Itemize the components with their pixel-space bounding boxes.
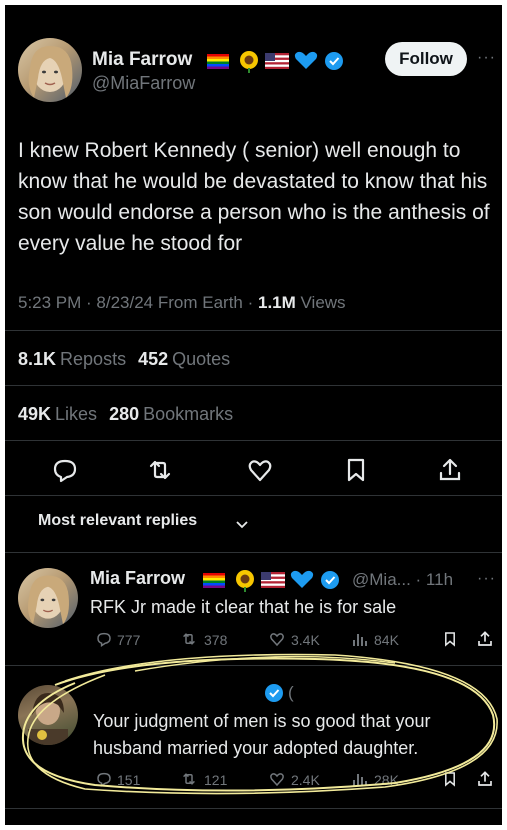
likes-count: 49K <box>18 404 52 424</box>
author-handle[interactable]: @MiaFarrow <box>92 73 195 94</box>
reply-views-icon[interactable] <box>351 630 369 653</box>
bookmarks-count: 280 <box>109 404 140 424</box>
reply2-views-count: 28K <box>374 772 399 788</box>
tweet-screen: Mia Farrow @MiaFarrow Follow ··· I knew … <box>5 5 502 825</box>
chevron-down-icon[interactable] <box>235 517 249 535</box>
reply-more-options-icon[interactable]: ··· <box>477 570 496 588</box>
reply-repost-count: 378 <box>204 632 228 648</box>
reply-like-icon[interactable] <box>267 630 287 653</box>
us-flag-icon <box>261 572 285 588</box>
rainbow-flag-icon <box>207 54 229 69</box>
sunflower-icon <box>240 51 258 74</box>
reply-icon[interactable] <box>50 455 80 485</box>
divider <box>5 330 502 331</box>
share-icon[interactable] <box>435 455 465 485</box>
reply-like-count: 3.4K <box>291 632 320 648</box>
reply2-like-icon[interactable] <box>267 770 287 793</box>
reposts-count: 8.1K <box>18 349 57 369</box>
quotes-count: 452 <box>138 349 169 369</box>
likes-bookmarks-row: 49K Likes 280 Bookmarks <box>18 404 233 425</box>
reply-comment-count: 777 <box>117 632 141 648</box>
blue-heart-icon <box>294 51 318 69</box>
bookmarks-label: Bookmarks <box>143 404 234 424</box>
verified-badge-icon <box>321 571 339 589</box>
reply2-text-line2: husband married your adopted daughter. <box>93 738 419 758</box>
reply2-views-icon[interactable] <box>351 770 369 793</box>
quotes-label: Quotes <box>172 349 231 369</box>
views-label: Views <box>295 293 346 312</box>
quotes-stat[interactable]: 452 Quotes <box>138 349 230 369</box>
reply-handle-time[interactable]: @Mia... · 11h <box>352 570 453 590</box>
reply-author-name[interactable]: Mia Farrow <box>90 568 185 589</box>
reposts-stat[interactable]: 8.1K Reposts <box>18 349 126 369</box>
blue-heart-icon <box>290 570 314 588</box>
reply-bookmark-icon[interactable] <box>441 629 459 654</box>
reply2-bookmark-icon[interactable] <box>441 769 459 794</box>
reply2-author-suffix: ( <box>288 683 294 702</box>
reply2-comment-count: 151 <box>117 772 141 788</box>
timestamp: 5:23 PM · 8/23/24 From Earth · <box>18 293 258 312</box>
divider <box>5 552 502 553</box>
reply2-comment-icon[interactable] <box>95 770 113 793</box>
reply-comment-icon[interactable] <box>95 630 113 653</box>
emoji-group <box>207 49 357 74</box>
reposts-quotes-row: 8.1K Reposts 452 Quotes <box>18 349 230 370</box>
reposts-label: Reposts <box>60 349 127 369</box>
follow-button[interactable]: Follow <box>385 42 467 76</box>
bookmark-icon[interactable] <box>341 455 371 485</box>
author-name[interactable]: Mia Farrow <box>92 49 192 71</box>
like-icon[interactable] <box>245 455 275 485</box>
reply-emoji-group <box>203 568 353 593</box>
reply2-repost-icon[interactable] <box>179 770 199 793</box>
rainbow-flag-icon <box>203 573 225 588</box>
author-avatar[interactable] <box>18 38 82 102</box>
reply2-author-avatar[interactable] <box>18 685 78 745</box>
verified-badge-icon <box>325 52 343 70</box>
reply-text: RFK Jr made it clear that he is for sale <box>90 597 397 617</box>
tweet-text: I knew Robert Kennedy ( senior) well eno… <box>18 139 490 255</box>
likes-label: Likes <box>55 404 98 424</box>
reply2-like-count: 2.4K <box>291 772 320 788</box>
replies-sort-label[interactable]: Most relevant replies <box>38 512 197 530</box>
bookmarks-stat[interactable]: 280 Bookmarks <box>109 404 233 424</box>
reply-author-avatar[interactable] <box>18 568 78 628</box>
divider <box>5 665 502 666</box>
more-options-icon[interactable]: ··· <box>477 49 496 67</box>
views-count: 1.1M <box>257 293 296 312</box>
sunflower-icon <box>236 570 254 593</box>
repost-icon[interactable] <box>145 455 175 485</box>
tweet-meta: 5:23 PM · 8/23/24 From Earth · 1.1M View… <box>18 293 346 313</box>
reply-views-count: 84K <box>374 632 399 648</box>
reply-share-icon[interactable] <box>475 629 495 654</box>
us-flag-icon <box>265 53 289 69</box>
divider <box>5 440 502 441</box>
reply2-share-icon[interactable] <box>475 769 495 794</box>
verified-badge-icon <box>264 683 284 708</box>
divider <box>5 808 502 809</box>
reply2-text-line1: Your judgment of men is so good that you… <box>93 711 431 731</box>
likes-stat[interactable]: 49K Likes <box>18 404 97 424</box>
reply2-repost-count: 121 <box>204 772 228 788</box>
divider <box>5 495 502 496</box>
reply-repost-icon[interactable] <box>179 630 199 653</box>
divider <box>5 385 502 386</box>
